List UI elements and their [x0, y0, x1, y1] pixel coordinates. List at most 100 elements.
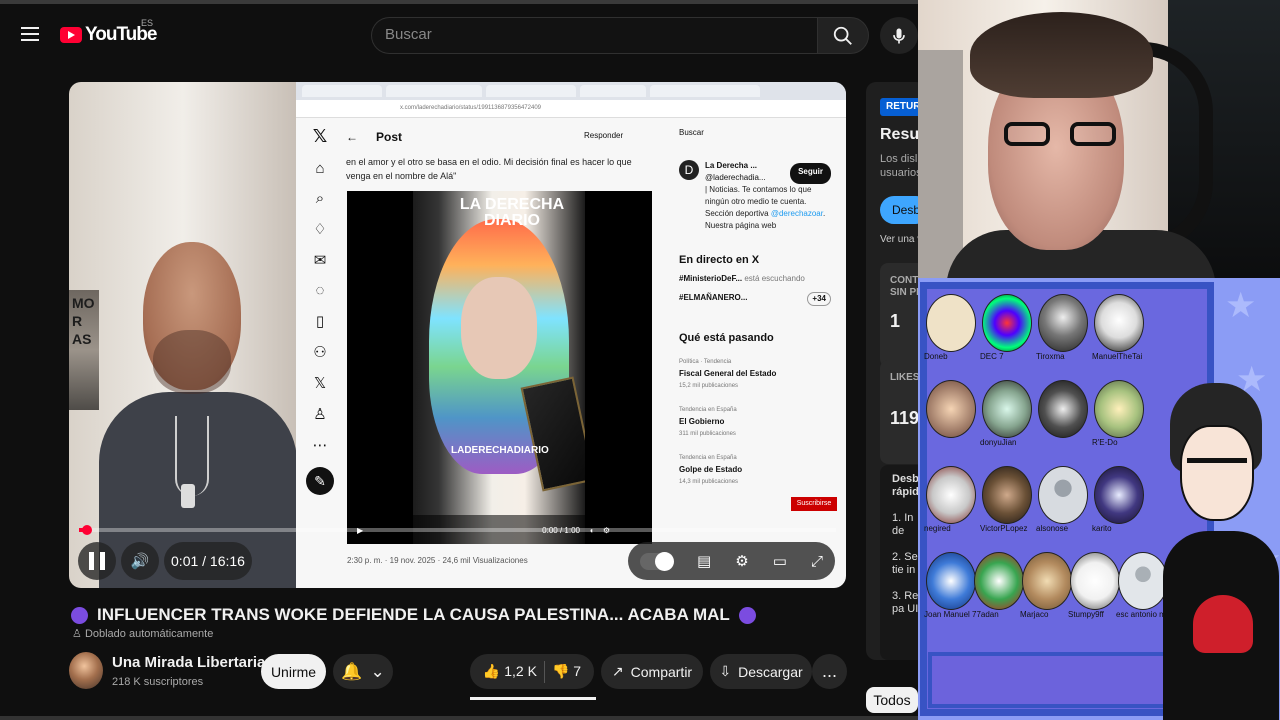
trend-two-count: 311 mil publicaciones: [679, 431, 736, 437]
account-card: D La Derecha ... @laderechadia... Seguir: [679, 160, 831, 184]
premium-icon: 𝕏: [313, 375, 327, 392]
like-underline: [470, 697, 596, 700]
viewer-avatar: Doneb: [924, 294, 976, 366]
panel-list-item: 3. Re pa UI: [892, 590, 919, 615]
video-player[interactable]: MO R AS x.com/laderechadiario/status/19911…: [69, 82, 846, 588]
settings-icon[interactable]: ⚙: [735, 552, 748, 570]
viewer-avatar-image: [1038, 294, 1088, 352]
trend-one: Fiscal General del Estado: [679, 369, 777, 378]
viewer-name: R'E-Do: [1092, 438, 1118, 447]
notification-icon: ♢: [313, 221, 327, 238]
dub-icon: ♙: [72, 628, 82, 640]
viewer-avatar-image: [1038, 380, 1088, 438]
download-button[interactable]: ⇩ Descargar: [710, 654, 812, 689]
time-display: 0:01 / 16:16: [164, 542, 252, 580]
browser-url: x.com/laderechadiario/status/19911368793…: [296, 100, 846, 118]
dislike-button[interactable]: 👎 7: [552, 663, 581, 680]
dislike-count: 7: [573, 663, 582, 679]
live-one-label: #MinisterioDeF...: [679, 274, 743, 283]
viewer-name: donyuJian: [980, 438, 1017, 447]
webcam-glasses: [1004, 122, 1116, 154]
speaker-camera-scene: MO R AS: [69, 82, 297, 588]
la-derecha-top: LA DERECHA: [459, 196, 565, 213]
search-button[interactable]: [817, 17, 869, 54]
viewer-avatar-image: [1118, 552, 1168, 610]
like-separator: [543, 660, 545, 683]
communities-icon: ⚇: [313, 344, 327, 361]
profile-icon: ♙: [313, 406, 327, 423]
viewer-name: Tiroxma: [1036, 352, 1065, 361]
like-button[interactable]: 👍 1,2 K: [483, 663, 537, 680]
trend-three-count: 14,3 mil publicaciones: [679, 479, 739, 485]
trend-one-category: Política · Tendencia: [679, 359, 732, 365]
progress-track[interactable]: [79, 528, 836, 532]
theater-icon[interactable]: ▭: [773, 552, 787, 570]
channel-name[interactable]: Una Mirada Libertaria: [112, 654, 265, 671]
panel-link[interactable]: Ver una v: [880, 234, 922, 245]
speaker-pendant: [181, 484, 195, 508]
viewer-name: ManuelTheTai: [1092, 352, 1143, 361]
account-handle: @laderechadia...: [705, 173, 766, 182]
viewer-avatar: negired: [924, 466, 976, 538]
like-count: 1,2 K: [504, 663, 537, 679]
viewer-avatar: donyuJian: [980, 380, 1032, 452]
youtube-header: YouTube ES Buscar: [0, 0, 920, 64]
account-name: La Derecha ...: [705, 161, 758, 170]
more-actions-button[interactable]: ...: [812, 654, 847, 689]
viewer-avatar-image: [982, 466, 1032, 524]
share-icon: ↗: [611, 663, 624, 679]
search-input[interactable]: Buscar: [371, 17, 817, 54]
share-button[interactable]: ↗ Compartir: [601, 654, 703, 689]
microphone-button[interactable]: [880, 17, 918, 54]
live-item-one: #MinisterioDeF... está escuchando: [679, 273, 831, 285]
youtube-play-icon: [60, 27, 82, 43]
bottom-strip: [0, 716, 920, 720]
viewer-avatar: 77adan: [972, 552, 1024, 624]
like-dislike-group: 👍 1,2 K 👎 7: [470, 654, 594, 689]
account-avatar: D: [679, 160, 699, 180]
pause-button[interactable]: [78, 542, 116, 580]
captions-icon[interactable]: ▤: [697, 552, 711, 570]
bell-icon: 🔔: [341, 661, 363, 681]
follow-button: Seguir: [790, 163, 831, 184]
viewer-avatar-image: [926, 294, 976, 352]
progress-handle[interactable]: [82, 525, 92, 535]
channel-avatar[interactable]: [69, 652, 103, 689]
filter-chip-all[interactable]: Todos: [866, 687, 918, 713]
chevron-down-icon: ⌄: [370, 661, 385, 681]
fullscreen-icon[interactable]: ⤢: [811, 553, 823, 570]
viewer-avatar-image: [926, 466, 976, 524]
viewer-avatar: esc antonio morti: [1116, 552, 1174, 624]
quran-book: [520, 376, 585, 492]
viewer-avatar-image: [1022, 552, 1072, 610]
notification-button[interactable]: 🔔 ⌄: [333, 654, 393, 689]
youtube-logo[interactable]: YouTube ES: [60, 18, 157, 46]
viewer-avatar: karito: [1092, 466, 1144, 538]
viewer-avatar: Marjaco: [1020, 552, 1072, 624]
account-bio: | Noticias. Te contamos lo que ningún ot…: [705, 184, 831, 232]
stream-avatar-overlay: ★ ★ ★ ★ ★ Doneb DEC 7 Tiroxma ManuelTheT…: [918, 278, 1280, 720]
autoplay-toggle[interactable]: [640, 551, 675, 571]
subscriber-count: 218 K suscriptores: [112, 676, 204, 688]
viewer-avatar: DEC 7: [980, 294, 1032, 366]
bookmark-icon: ▯: [315, 313, 325, 330]
viewer-name: Doneb: [924, 352, 948, 361]
viewer-avatar-image: [926, 380, 976, 438]
menu-icon[interactable]: [16, 20, 44, 48]
panel-card-two-value: 119: [890, 408, 920, 428]
trend-two-category: Tendencia en España: [679, 407, 737, 413]
return-dislike-panel: RETUR Resum Los disl usuarios Desb Ver u…: [866, 82, 926, 660]
trend-three: Golpe de Estado: [679, 465, 743, 474]
video-handle: LADERECHADIARIO: [451, 445, 549, 456]
join-button[interactable]: Unirme: [261, 654, 326, 689]
viewer-avatar: ManuelTheTai: [1092, 294, 1144, 366]
viewer-avatar-image: [1038, 466, 1088, 524]
viewer-avatar-image: [1094, 294, 1144, 352]
more-icon: ⋯: [312, 437, 328, 454]
viewer-avatar-image: [1094, 380, 1144, 438]
trend-three-category: Tendencia en España: [679, 455, 737, 461]
video-title-text: INFLUENCER TRANS WOKE DEFIENDE LA CAUSA …: [97, 605, 730, 624]
woman-video-frame: [413, 191, 585, 544]
volume-button[interactable]: 🔊: [121, 542, 159, 580]
volume-icon: 🔊: [130, 553, 150, 570]
